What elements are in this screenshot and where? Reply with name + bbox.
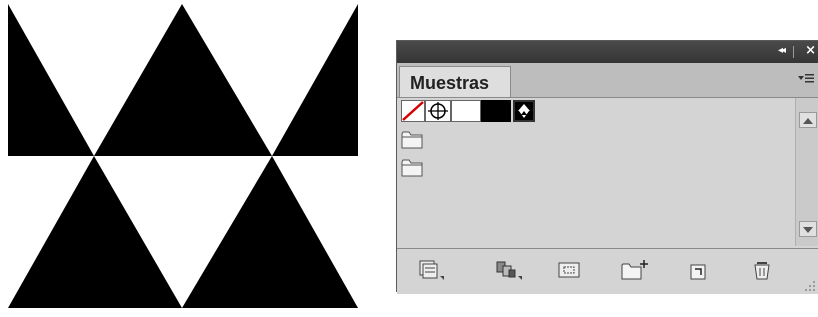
registration-icon [428,102,448,120]
resize-grip-icon[interactable] [804,280,816,292]
new-color-group-button[interactable] [619,259,649,281]
triangle-top-right [272,4,358,156]
new-swatch-button[interactable] [683,259,713,281]
black-swatch[interactable] [481,100,511,122]
close-panel-button[interactable]: × [805,43,816,58]
none-swatch[interactable] [401,100,425,122]
swatch-list [397,98,795,246]
collapse-panel-button[interactable]: ◂◂ [778,45,786,56]
triangle-top-center [94,4,272,156]
new-color-group-icon [621,260,648,280]
scroll-up-button[interactable] [799,112,817,128]
panel-tabstrip: Muestras [397,63,818,98]
triangle-bottom-right [182,156,358,308]
triangle-bottom-left [8,156,182,308]
delete-swatch-icon [754,262,770,280]
delete-swatch-button[interactable] [747,259,777,281]
swatch-options-icon [558,262,580,278]
panel-bottom-toolbar [397,248,818,294]
arrow-up-icon [803,118,813,124]
titlebar-separator [793,46,794,58]
swatch-options-button[interactable] [555,259,585,281]
folder-icon [401,131,423,149]
vertical-scrollbar[interactable] [795,98,818,246]
pattern-swatch-icon [518,104,530,118]
swatch-group-folder[interactable] [401,130,423,149]
pattern-swatch[interactable] [513,100,535,122]
scroll-down-button[interactable] [799,221,817,237]
folder-icon [401,159,423,177]
swatch-libraries-button[interactable] [417,259,447,281]
arrow-down-icon [803,227,813,233]
panel-menu-icon[interactable] [798,72,814,87]
show-swatch-kinds-button[interactable] [495,259,525,281]
tab-muestras[interactable]: Muestras [399,66,511,97]
swatch-group-folder[interactable] [401,158,423,177]
triangle-top-left [8,4,94,156]
show-kinds-icon [496,261,522,280]
swatch-libraries-icon [419,260,444,280]
triangle-artwork [8,4,358,308]
panel-titlebar[interactable]: ◂◂ × [397,41,818,63]
none-swatch-icon [402,101,424,121]
registration-swatch[interactable] [425,100,451,122]
new-swatch-icon [690,264,706,280]
white-swatch[interactable] [451,100,481,122]
swatches-panel: ◂◂ × Muestras [396,40,818,294]
